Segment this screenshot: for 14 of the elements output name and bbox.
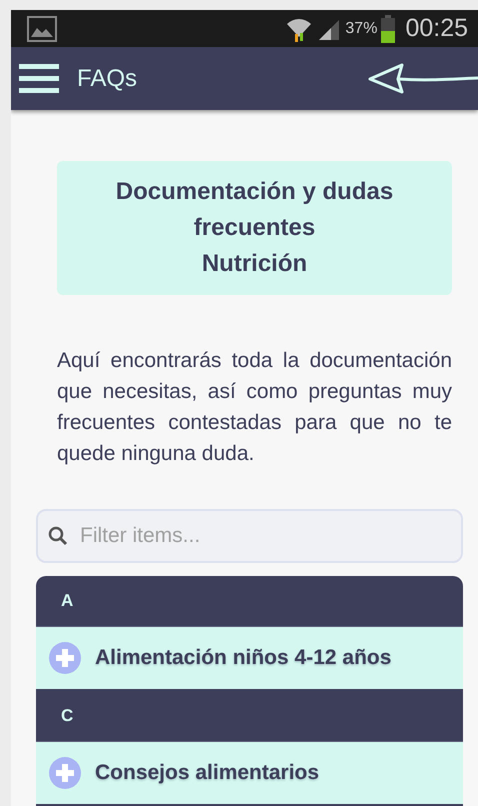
page-title: FAQs (77, 64, 138, 92)
battery-percentage: 37% (345, 20, 378, 38)
picture-icon (27, 16, 57, 42)
list-item[interactable]: Consejos alimentarios (95, 761, 320, 785)
battery-icon (381, 14, 396, 42)
menu-icon[interactable] (19, 62, 61, 94)
search-field[interactable]: Filter items... (36, 509, 463, 563)
card-heading: Nutrición (202, 249, 308, 279)
section-header: A (36, 576, 463, 627)
section-header: C (36, 691, 463, 742)
description-paragraph: Aquí encontrarás toda la documentación que necesitas, así como preguntas muy frecuentes contestadas para que no te quede ninguna duda. (57, 348, 452, 467)
card-heading: Documentación y dudas frecuentes (114, 177, 394, 243)
clock: 00:25 (405, 14, 468, 43)
search-icon (48, 526, 68, 546)
